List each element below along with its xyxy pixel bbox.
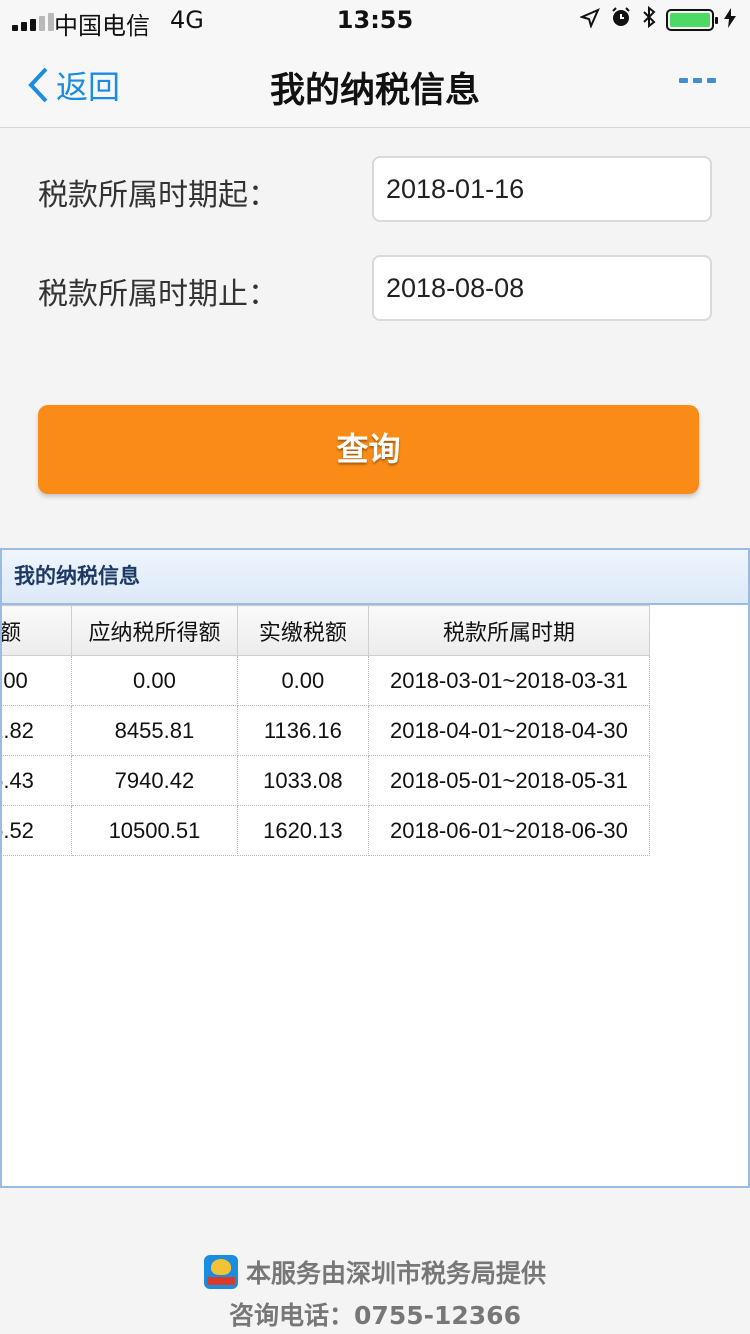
cell-tax-period: 2018-06-01~2018-06-30 [367,805,651,856]
tax-table: 收入额 应纳税所得额 实缴税额 税款所属时期 3500.00 0.00 0.00… [2,605,651,856]
table-row: 13951.82 8455.81 1136.16 2018-04-01~2018… [2,705,651,756]
provider-text: 本服务由深圳市税务局提供 [245,1259,546,1288]
table-row: 15996.52 10500.51 1620.13 2018-06-01~201… [2,805,651,856]
tax-bureau-logo-icon [203,1255,238,1289]
column-header-tax-period: 税款所属时期 [367,605,651,656]
panel-title: 我的纳税信息 [2,550,748,605]
location-arrow-icon [579,6,600,34]
cell-income: 3500.00 [2,655,73,706]
hotline-text[interactable]: 咨询电话：0755-12366 [0,1296,750,1332]
more-menu-icon[interactable] [679,78,716,83]
cell-taxable-income: 10500.51 [71,805,238,856]
column-header-income: 收入额 [2,605,73,656]
table-header-row: 收入额 应纳税所得额 实缴税额 税款所属时期 [2,605,651,656]
cell-tax-period: 2018-05-01~2018-05-31 [367,755,651,806]
column-header-tax-paid: 实缴税额 [236,605,369,656]
page-title: 我的纳税信息 [269,71,480,111]
cell-tax-paid: 0.00 [236,655,369,706]
table-scroll-area[interactable]: 收入额 应纳税所得额 实缴税额 税款所属时期 3500.00 0.00 0.00… [2,605,748,1185]
cell-taxable-income: 7940.42 [71,755,238,806]
status-bar: 中国电信 4G 13:55 [0,0,750,40]
column-header-taxable-income: 应纳税所得额 [71,605,238,656]
cell-tax-paid: 1033.08 [236,755,369,806]
start-period-row: 税款所属时期起： 2018-01-16 [0,156,750,222]
charging-bolt-icon [724,6,736,34]
end-period-label: 税款所属时期止： [38,277,278,312]
end-period-input[interactable]: 2018-08-08 [372,255,712,321]
footer: 本服务由深圳市税务局提供 咨询电话：0755-12366 [0,1254,750,1332]
cell-tax-paid: 1136.16 [236,705,369,756]
cell-tax-period: 2018-03-01~2018-03-31 [367,655,651,706]
cell-income: 15996.52 [2,805,73,856]
cell-taxable-income: 8455.81 [71,705,238,756]
cell-tax-period: 2018-04-01~2018-04-30 [367,705,651,756]
table-row: 3500.00 0.00 0.00 2018-03-01~2018-03-31 [2,655,651,706]
table-row: 13436.43 7940.42 1033.08 2018-05-01~2018… [2,755,651,806]
start-period-label: 税款所属时期起： [38,178,278,213]
navigation-bar: 返回 我的纳税信息 [0,40,750,128]
bluetooth-icon [642,5,656,34]
cell-income: 13951.82 [2,705,73,756]
cell-tax-paid: 1620.13 [236,805,369,856]
alarm-clock-icon [610,6,632,34]
tax-info-panel: 我的纳税信息 收入额 应纳税所得额 实缴税额 税款所属时期 3500.00 0.… [0,548,750,1188]
end-period-row: 税款所属时期止： 2018-08-08 [0,255,750,321]
cell-income: 13436.43 [2,755,73,806]
query-button[interactable]: 查询 [38,405,699,494]
battery-icon [666,9,718,31]
cell-taxable-income: 0.00 [71,655,238,706]
start-period-input[interactable]: 2018-01-16 [372,156,712,222]
